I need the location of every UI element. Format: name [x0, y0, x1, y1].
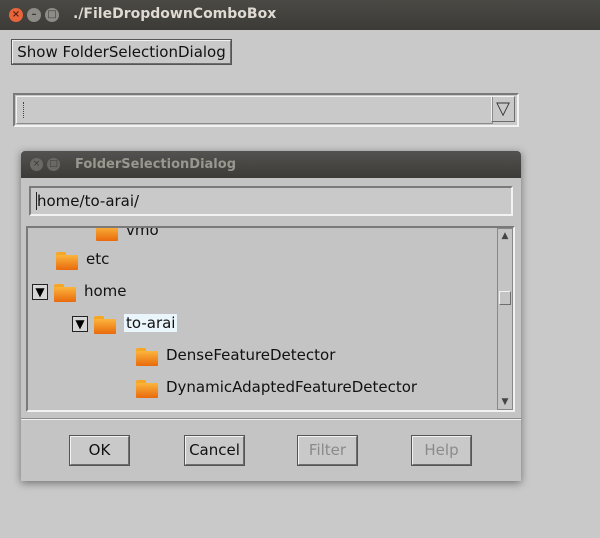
tree-item-label: DynamicAdaptedFeatureDetector — [166, 378, 418, 396]
help-button[interactable]: Help — [411, 435, 472, 466]
folder-icon — [136, 347, 158, 366]
tree-item-label: home — [84, 282, 127, 300]
tree-scrollbar[interactable]: ▲ ▼ — [497, 228, 513, 410]
tree-item[interactable]: DynamicAdaptedFeatureDetector — [136, 376, 417, 398]
cancel-button[interactable]: Cancel — [184, 435, 245, 466]
tree-item[interactable]: etc — [56, 248, 109, 270]
folder-icon — [136, 379, 158, 398]
show-folder-dialog-button[interactable]: Show FolderSelectionDialog — [11, 39, 232, 65]
dialog-maximize-button[interactable]: □ — [47, 158, 60, 171]
file-dropdown-combobox[interactable]: ▽ — [13, 93, 519, 127]
text-cursor — [36, 192, 37, 210]
ok-button[interactable]: OK — [69, 435, 130, 466]
window-minimize-button[interactable]: – — [27, 8, 41, 22]
scroll-up-icon[interactable]: ▲ — [499, 230, 511, 242]
window-close-button[interactable]: × — [9, 8, 23, 22]
folder-tree[interactable]: vmo etc ▼ home ▼ to-arai DenseFeatureDetec… — [26, 226, 515, 412]
scroll-down-icon[interactable]: ▼ — [499, 396, 511, 408]
filter-button[interactable]: Filter — [297, 435, 358, 466]
dialog-close-button[interactable]: × — [30, 158, 43, 171]
tree-item-label: etc — [86, 250, 110, 268]
text-cursor — [23, 102, 26, 118]
dialog-titlebar: × □ FolderSelectionDialog — [21, 151, 521, 178]
window-title: ./FileDropdownComboBox — [73, 6, 277, 22]
tree-item[interactable]: ▼ to-arai — [72, 312, 178, 334]
folder-icon — [96, 228, 118, 241]
folder-selection-dialog: × □ FolderSelectionDialog home/to-arai/ … — [21, 151, 521, 481]
dropdown-arrow-icon[interactable]: ▽ — [491, 96, 515, 122]
expand-toggle-icon[interactable]: ▼ — [72, 315, 88, 332]
dialog-title: FolderSelectionDialog — [75, 157, 237, 172]
tree-item[interactable]: ▼ home — [32, 280, 127, 302]
folder-tree-list: vmo etc ▼ home ▼ to-arai DenseFeatureDetec… — [28, 228, 495, 410]
tree-item[interactable]: vmo — [96, 228, 159, 241]
window-titlebar: × – □ ./FileDropdownComboBox — [0, 0, 600, 30]
folder-icon — [56, 251, 78, 270]
tree-item-label: DenseFeatureDetector — [166, 346, 336, 364]
window-maximize-button[interactable]: □ — [45, 8, 59, 22]
combobox-input[interactable] — [16, 96, 493, 124]
scroll-thumb[interactable] — [499, 291, 511, 305]
dialog-divider — [21, 418, 521, 420]
folder-icon — [54, 283, 76, 302]
folder-icon — [94, 315, 116, 334]
path-value: home/to-arai/ — [37, 192, 140, 210]
tree-item[interactable]: DenseFeatureDetector — [136, 344, 335, 366]
tree-item-label: vmo — [126, 228, 159, 239]
expand-toggle-icon[interactable]: ▼ — [32, 283, 48, 300]
path-input[interactable]: home/to-arai/ — [29, 186, 513, 216]
tree-item-label: to-arai — [124, 314, 178, 332]
